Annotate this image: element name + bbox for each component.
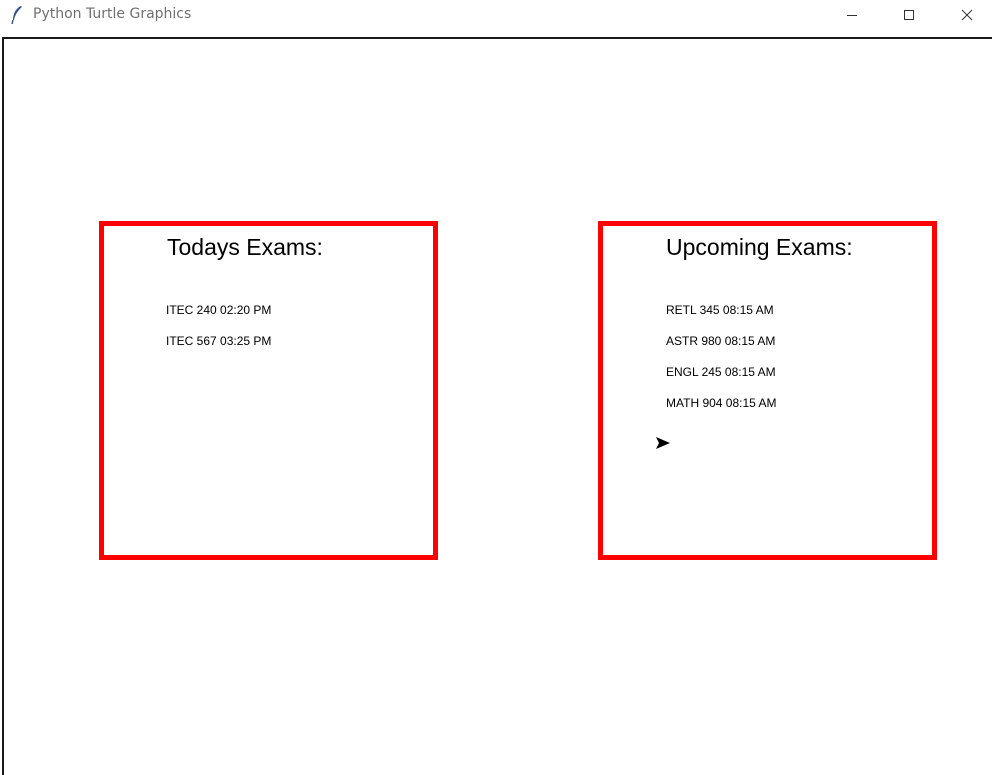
upcoming-exams-box xyxy=(598,221,937,560)
upcoming-exam-item: ASTR 980 08:15 AM xyxy=(666,334,776,348)
upcoming-exam-item: MATH 904 08:15 AM xyxy=(666,396,777,410)
minimize-icon xyxy=(847,15,857,16)
todays-exam-item: ITEC 240 02:20 PM xyxy=(166,303,272,317)
close-icon xyxy=(961,9,973,21)
window-title: Python Turtle Graphics xyxy=(33,6,192,22)
upcoming-exam-item: ENGL 245 08:15 AM xyxy=(666,365,776,379)
maximize-button[interactable] xyxy=(886,0,932,30)
turtle-arrow-icon xyxy=(656,437,670,449)
todays-exams-heading: Todays Exams: xyxy=(167,234,323,260)
close-button[interactable] xyxy=(944,0,990,30)
upcoming-exams-heading: Upcoming Exams: xyxy=(666,234,853,260)
upcoming-exam-item: RETL 345 08:15 AM xyxy=(666,303,774,317)
title-bar[interactable]: Python Turtle Graphics xyxy=(0,0,992,30)
feather-icon xyxy=(11,6,22,25)
minimize-button[interactable] xyxy=(829,0,875,30)
todays-exam-item: ITEC 567 03:25 PM xyxy=(166,334,272,348)
todays-exams-box xyxy=(99,221,438,560)
maximize-icon xyxy=(904,10,914,20)
